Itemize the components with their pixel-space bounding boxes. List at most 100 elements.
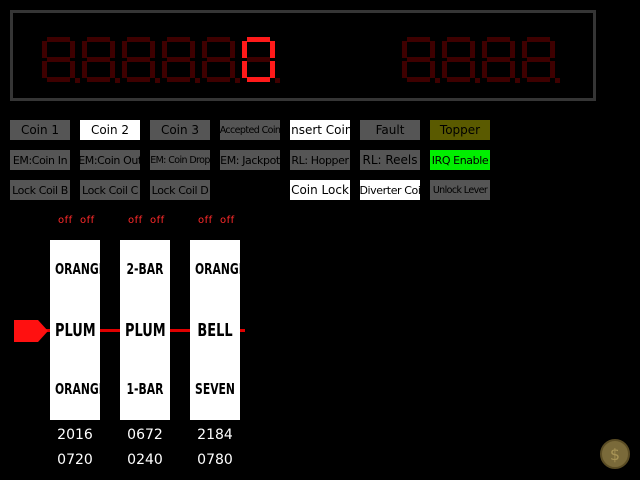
em-jackpot-button[interactable]: EM: Jackpot <box>220 150 280 170</box>
credit-digit-5-segment-c <box>230 61 235 78</box>
win-digit-4-segment-d <box>527 77 550 82</box>
win-digit-4-segment-f <box>522 41 527 58</box>
win-digit-1-segment-d <box>407 77 430 82</box>
win-digit-1-segment-a <box>407 37 430 42</box>
win-digit-2-segment-a <box>447 37 470 42</box>
topper-button[interactable]: Topper <box>430 120 490 140</box>
reel-2-top-symbol: 2-BAR <box>126 260 164 278</box>
credit-digit-4-segment-a <box>167 37 190 42</box>
win-digit-3-segment-d <box>487 77 510 82</box>
rl-hopper-button[interactable]: RL: Hopper <box>290 150 350 170</box>
rl-reels-button[interactable]: RL: Reels <box>360 150 420 170</box>
credit-digit-3-segment-a <box>127 37 150 42</box>
win-digit-1-segment-c <box>430 61 435 78</box>
reel-2: 2-BAR PLUM 1-BAR <box>120 240 170 420</box>
irq-enable-button[interactable]: IRQ Enable <box>430 150 490 170</box>
win-digit-2-decimal-point <box>475 78 480 83</box>
win-digit-2-segment-b <box>470 41 475 58</box>
credit-digit-6-segment-b <box>270 41 275 58</box>
reel-1: ORANGE PLUM ORANGE <box>50 240 107 420</box>
unlock-lever-button[interactable]: Unlock Lever <box>430 180 490 200</box>
credit-digit-6-segment-c <box>270 61 275 78</box>
credit-digit-1-segment-g <box>47 57 70 62</box>
win-digit-3-segment-e <box>482 61 487 78</box>
reel-1-top-symbol: ORANGE <box>55 260 107 278</box>
credit-digit-6-decimal-point <box>275 78 280 83</box>
credit-digit-6-segment-d <box>247 77 270 82</box>
insert-coin-button[interactable]: Insert Coin <box>290 120 350 140</box>
credit-digit-4-segment-d <box>167 77 190 82</box>
em-coin-drop-button[interactable]: EM: Coin Drop <box>150 150 210 170</box>
credit-digit-5-segment-e <box>202 61 207 78</box>
reel-2-counter-2: 0240 <box>127 452 163 468</box>
lock-coil-b-button[interactable]: Lock Coil B <box>10 180 70 200</box>
credit-digit-1-segment-a <box>47 37 70 42</box>
fault-button[interactable]: Fault <box>360 120 420 140</box>
coin-2-button[interactable]: Coin 2 <box>80 120 140 140</box>
reel-3-bottom-symbol: SEVEN <box>195 380 235 398</box>
credit-digit-4-decimal-point <box>195 78 200 83</box>
coin-3-button[interactable]: Coin 3 <box>150 120 210 140</box>
accepted-coin-button[interactable]: Accepted Coin <box>220 120 280 140</box>
reel-2-middle-symbol: PLUM <box>125 320 166 341</box>
win-digit-4-segment-a <box>527 37 550 42</box>
lock-coil-c-button[interactable]: Lock Coil C <box>80 180 140 200</box>
credit-digit-4-segment-c <box>190 61 195 78</box>
win-digit-2-segment-d <box>447 77 470 82</box>
win-digit-1-segment-b <box>430 41 435 58</box>
credit-digit-5-segment-a <box>207 37 230 42</box>
win-digit-3-segment-c <box>510 61 515 78</box>
win-digit-3-segment-g <box>487 57 510 62</box>
reel-2-counter-1: 0672 <box>127 427 163 443</box>
credit-digit-2-segment-e <box>82 61 87 78</box>
win-digit-2-segment-g <box>447 57 470 62</box>
credit-digit-5-decimal-point <box>235 78 240 83</box>
win-digit-3-decimal-point <box>515 78 520 83</box>
credit-digit-2-segment-g <box>87 57 110 62</box>
reel-1-bottom-symbol: ORANGE <box>55 380 107 398</box>
reel-1-status: off off <box>58 215 95 226</box>
win-digit-1-segment-g <box>407 57 430 62</box>
win-digit-3-segment-a <box>487 37 510 42</box>
credit-digit-1-segment-f <box>42 41 47 58</box>
coin-1-button[interactable]: Coin 1 <box>10 120 70 140</box>
credit-digit-3-segment-c <box>150 61 155 78</box>
credit-digit-1-segment-c <box>70 61 75 78</box>
coin-lock-button[interactable]: Coin Lock <box>290 180 350 200</box>
em-coin-out-button[interactable]: EM:Coin Out <box>80 150 140 170</box>
win-digit-1-decimal-point <box>435 78 440 83</box>
reel-3-middle-symbol: BELL <box>197 320 233 341</box>
reel-3-status: off off <box>198 215 235 226</box>
score-display <box>10 10 596 101</box>
reel-3: ORANGE BELL SEVEN <box>190 240 246 420</box>
credit-digit-3-decimal-point <box>155 78 160 83</box>
credit-digit-6-segment-g <box>247 57 270 62</box>
diverter-coil-button[interactable]: Diverter Coi <box>360 180 420 200</box>
reel-1-middle-symbol: PLUM <box>55 320 96 341</box>
credit-digit-1-decimal-point <box>75 78 80 83</box>
dollar-coin-icon[interactable]: $ <box>600 439 630 469</box>
lock-coil-d-button[interactable]: Lock Coil D <box>150 180 210 200</box>
reel-2-bottom-symbol: 1-BAR <box>126 380 164 398</box>
credit-digit-2-segment-a <box>87 37 110 42</box>
credit-digit-5-segment-f <box>202 41 207 58</box>
em-coin-in-button[interactable]: EM:Coin In <box>10 150 70 170</box>
reel-pointer-arrow-icon <box>14 320 48 342</box>
credit-digit-2-segment-b <box>110 41 115 58</box>
credit-digit-5-segment-g <box>207 57 230 62</box>
reel-1-counter-1: 2016 <box>57 427 93 443</box>
win-digit-4-segment-b <box>550 41 555 58</box>
win-digit-2-segment-c <box>470 61 475 78</box>
credit-digit-2-segment-f <box>82 41 87 58</box>
win-digit-2-segment-e <box>442 61 447 78</box>
credit-digit-5-segment-d <box>207 77 230 82</box>
credit-digit-4-segment-b <box>190 41 195 58</box>
credit-digit-2-segment-c <box>110 61 115 78</box>
credit-digit-1-segment-b <box>70 41 75 58</box>
win-digit-4-segment-g <box>527 57 550 62</box>
credit-digit-6-segment-f <box>242 41 247 58</box>
credit-digit-4-segment-g <box>167 57 190 62</box>
reel-3-counter-1: 2184 <box>197 427 233 443</box>
credit-digit-3-segment-g <box>127 57 150 62</box>
credit-digit-4-segment-f <box>162 41 167 58</box>
